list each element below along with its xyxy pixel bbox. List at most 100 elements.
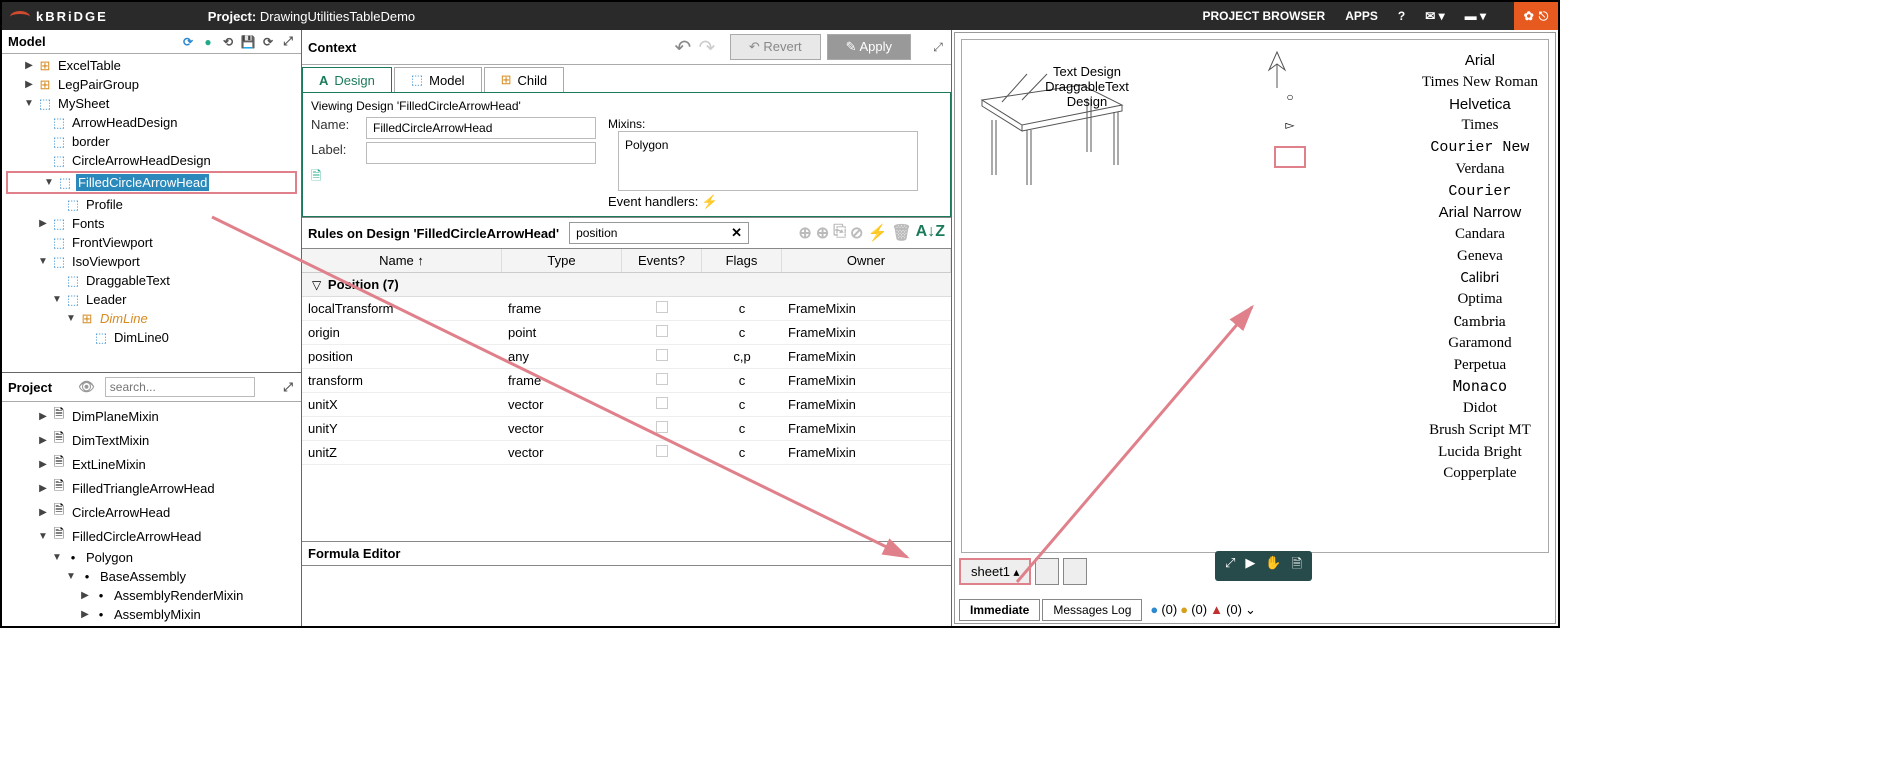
expand-icon[interactable]: ⤢ <box>931 40 945 54</box>
tree-item[interactable]: ▶⊞LegPairGroup <box>2 75 301 94</box>
apps-link[interactable]: APPS <box>1345 9 1378 23</box>
rule-row[interactable]: unitYvectorcFrameMixin <box>302 417 951 441</box>
help-icon[interactable]: ? <box>1398 9 1405 23</box>
gear-icon[interactable]: ✿ <box>1524 9 1534 23</box>
mail-icon[interactable]: ✉ ▾ <box>1425 9 1444 23</box>
disable-icon[interactable]: ⊘ <box>850 223 863 243</box>
viewing-label: Viewing Design 'FilledCircleArrowHead' <box>311 99 942 113</box>
label-input[interactable] <box>366 142 596 164</box>
tree-item[interactable]: ▼⊞DimLine <box>2 309 301 328</box>
tab-design[interactable]: ADesign <box>302 67 392 92</box>
pan-icon[interactable]: ✋ <box>1265 555 1281 577</box>
rules-search-input[interactable] <box>569 222 749 244</box>
pointer-icon[interactable]: ▶ <box>1245 555 1255 577</box>
font-sample: Garamond <box>1422 333 1538 355</box>
tree-item[interactable]: ▶🗎DimTextMixin <box>2 428 301 452</box>
tree-item[interactable]: ▶•AssemblyRenderMixin <box>2 586 301 605</box>
add-child-icon[interactable]: ⊕ <box>816 223 829 243</box>
add-icon[interactable]: ⊕ <box>798 223 811 243</box>
font-sample: Verdana <box>1422 159 1538 181</box>
fullscreen-icon[interactable]: ⤢ <box>1225 555 1235 577</box>
mixins-label: Mixins: <box>608 117 918 131</box>
sort-icon[interactable]: A↓Z <box>916 223 945 243</box>
font-sample: Didot <box>1422 398 1538 420</box>
tree-item[interactable]: ⬚CircleArrowHeadDesign <box>2 151 301 170</box>
project-search-input[interactable] <box>105 377 255 397</box>
tree-item[interactable]: ▶⊞ExcelTable <box>2 56 301 75</box>
tree-item[interactable]: ▼⬚Leader <box>2 290 301 309</box>
project-browser-link[interactable]: PROJECT BROWSER <box>1203 9 1326 23</box>
tree-item[interactable]: ⬚FrontViewport <box>2 233 301 252</box>
doc-icon[interactable]: 🗎 <box>311 168 321 183</box>
rule-row[interactable]: positionanyc,pFrameMixin <box>302 345 951 369</box>
visibility-icon[interactable]: 👁 <box>78 379 95 395</box>
name-input[interactable] <box>366 117 596 139</box>
font-sample: Lucida Bright <box>1422 442 1538 464</box>
undo-icon[interactable]: ↶ <box>676 40 690 54</box>
undo-icon[interactable]: ⟲ <box>221 35 235 49</box>
tree-item[interactable]: ▼⬚FilledCircleArrowHead <box>8 173 295 192</box>
font-sample: Courier New <box>1422 137 1538 159</box>
tree-item[interactable]: ▼⬚MySheet <box>2 94 301 113</box>
clear-search-icon[interactable]: ✕ <box>731 225 742 241</box>
tree-item[interactable]: ⬚border <box>2 132 301 151</box>
tree-item[interactable]: ▼•Polygon <box>2 548 301 567</box>
app-logo: kBRiDGE <box>10 8 108 24</box>
rule-row[interactable]: localTransformframecFrameMixin <box>302 297 951 321</box>
tree-item[interactable]: ▶🗎CircleArrowHead <box>2 500 301 524</box>
tree-item[interactable]: ▶⬚Fonts <box>2 214 301 233</box>
tree-item[interactable]: ▶•AssemblyMixin <box>2 605 301 624</box>
rule-row[interactable]: originpointcFrameMixin <box>302 321 951 345</box>
dot-icon[interactable]: ● <box>201 35 215 49</box>
immediate-tab[interactable]: Immediate <box>959 599 1040 621</box>
bolt-icon[interactable]: ⚡ <box>867 223 887 243</box>
formula-editor-area[interactable] <box>302 566 951 626</box>
tab-child[interactable]: ⊞Child <box>484 67 565 92</box>
tree-item[interactable]: ⬚DimLine0 <box>2 328 301 347</box>
copy-icon[interactable]: ⎘ <box>833 223 846 243</box>
tree-item[interactable]: ▼•BaseAssembly <box>2 567 301 586</box>
tree-item[interactable]: ▶🗎DimPlaneMixin <box>2 404 301 428</box>
tree-item[interactable]: ⬚ArrowHeadDesign <box>2 113 301 132</box>
font-sample: Candara <box>1422 224 1538 246</box>
expand-icon[interactable]: ⤢ <box>281 380 295 394</box>
tree-item[interactable]: ⬚DraggableText <box>2 271 301 290</box>
sheet-next[interactable] <box>1035 558 1059 585</box>
tree-item[interactable]: ▶🗎ExtLineMixin <box>2 452 301 476</box>
tree-item[interactable]: ▼⬚IsoViewport <box>2 252 301 271</box>
delete-icon[interactable]: 🗑 <box>891 223 911 243</box>
expand-icon[interactable]: ⤢ <box>281 35 295 49</box>
rule-row[interactable]: transformframecFrameMixin <box>302 369 951 393</box>
model-tree[interactable]: ▶⊞ExcelTable▶⊞LegPairGroup▼⬚MySheet⬚Arro… <box>2 54 301 372</box>
rule-row[interactable]: unitXvectorcFrameMixin <box>302 393 951 417</box>
font-sample: Brush Script MT <box>1422 420 1538 442</box>
apply-button[interactable]: ✎ Apply <box>827 34 911 60</box>
revert-button[interactable]: ↶ Revert <box>730 34 821 60</box>
sheet-add[interactable] <box>1063 558 1087 585</box>
font-sample: Arial <box>1422 50 1538 72</box>
tree-item[interactable]: ⬚Profile <box>2 195 301 214</box>
model-panel-header: Model ⟳ ● ⟲ 💾 ⟳ ⤢ <box>2 30 301 54</box>
tree-item[interactable]: ▶🗎FilledTriangleArrowHead <box>2 476 301 500</box>
drawing-viewport[interactable]: Text Design DraggableText Design ○ ▻ Ari… <box>961 39 1549 553</box>
refresh2-icon[interactable]: ⟳ <box>261 35 275 49</box>
font-sample: Helvetica <box>1422 94 1538 116</box>
logout-icon[interactable]: ⎋ <box>1539 9 1549 24</box>
event-handlers-label: Event handlers: ⚡ <box>608 194 918 210</box>
mixins-box[interactable]: Polygon <box>618 131 918 191</box>
page-icon[interactable]: 🗎 <box>1292 555 1302 577</box>
tab-model[interactable]: ⬚Model <box>394 67 482 92</box>
redo-icon[interactable]: ↷ <box>700 40 714 54</box>
sheet-tab[interactable]: sheet1 ▴ <box>959 558 1031 585</box>
font-sample: Calibri <box>1422 268 1538 290</box>
rule-row[interactable]: unitZvectorcFrameMixin <box>302 441 951 465</box>
font-sample: Monaco <box>1422 376 1538 398</box>
flag-icon[interactable]: ▬ ▾ <box>1465 9 1486 23</box>
messages-log-tab[interactable]: Messages Log <box>1042 599 1142 621</box>
save-icon[interactable]: 💾 <box>241 35 255 49</box>
font-sample: Courier <box>1422 181 1538 203</box>
tree-item[interactable]: ▼🗎FilledCircleArrowHead <box>2 524 301 548</box>
project-tree[interactable]: ▶🗎DimPlaneMixin▶🗎DimTextMixin▶🗎ExtLineMi… <box>2 402 301 626</box>
refresh-icon[interactable]: ⟳ <box>181 35 195 49</box>
rules-group-row[interactable]: ▽ Position (7) <box>302 273 951 297</box>
